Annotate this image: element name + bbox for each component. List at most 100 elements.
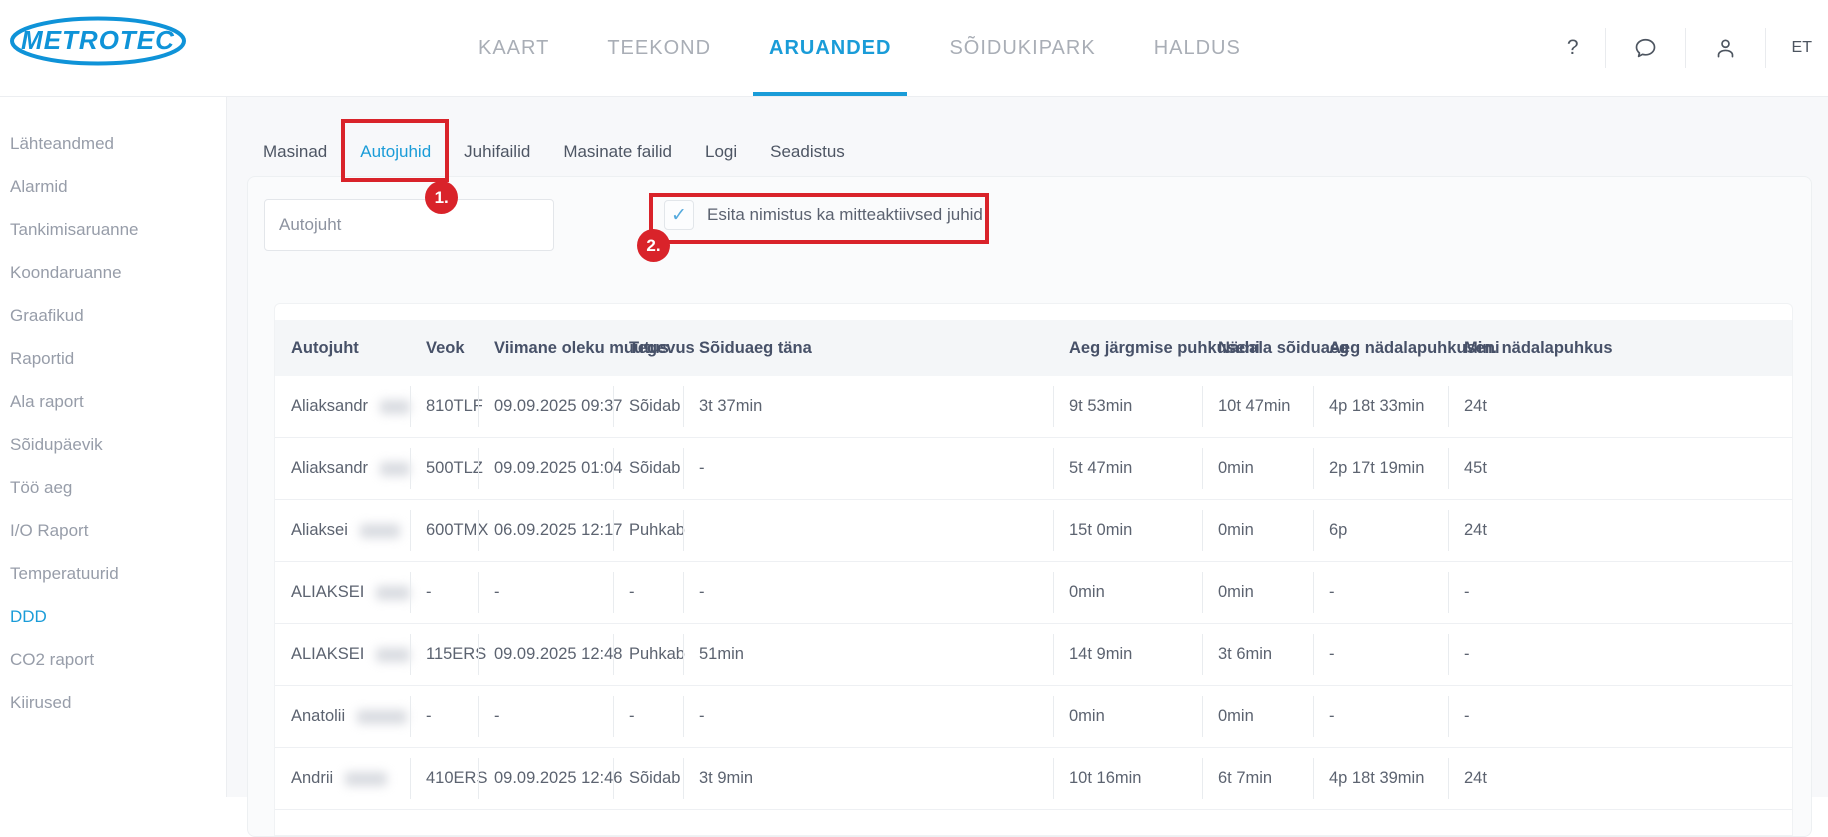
tab-masinate-failid[interactable]: Masinate failid <box>563 142 672 162</box>
column-header-s-iduaeg-t-na: Sõiduaeg täna <box>683 339 1053 358</box>
table-cell: - <box>478 686 613 747</box>
sidebar-item-koondaruanne[interactable]: Koondaruanne <box>0 251 226 294</box>
table-cell: - <box>410 562 478 623</box>
column-header-n-dala-s-iduaeg: Nädala sõiduaeg <box>1202 339 1313 358</box>
content-card: ✓ Esita nimistus ka mitteaktiivsed juhid… <box>247 176 1812 837</box>
table-row[interactable]: ALIAKSEI----0min0min-- <box>275 562 1792 624</box>
redacted-surname <box>360 524 400 538</box>
table-cell: 3t 9min <box>683 748 1053 809</box>
column-header-autojuht: Autojuht <box>275 339 410 358</box>
table-cell: 45t <box>1448 438 1792 499</box>
sidebar-item-i-o-raport[interactable]: I/O Raport <box>0 509 226 552</box>
user-icon[interactable] <box>1686 35 1765 62</box>
nav-item-haldus[interactable]: HALDUS <box>1154 0 1241 96</box>
top-icons: ? ET <box>1541 0 1822 96</box>
sidebar-item-graafikud[interactable]: Graafikud <box>0 294 226 337</box>
tab-seadistus[interactable]: Seadistus <box>770 142 845 162</box>
table-cell: - <box>1313 624 1448 685</box>
sidebar-item-tankimisaruanne[interactable]: Tankimisaruanne <box>0 208 226 251</box>
table-cell: 0min <box>1202 438 1313 499</box>
sidebar-item-t-aeg[interactable]: Töö aeg <box>0 466 226 509</box>
table-cell: - <box>613 562 683 623</box>
checkbox-checked[interactable]: ✓ <box>664 200 694 230</box>
nav-item-kaart[interactable]: KAART <box>478 0 549 96</box>
driver-name: ALIAKSEI <box>291 645 364 664</box>
table-cell: 51min <box>683 624 1053 685</box>
sidebar-item-kiirused[interactable]: Kiirused <box>0 681 226 724</box>
sidebar-item-ddd[interactable]: DDD <box>0 595 226 638</box>
table-cell: Puhkab <box>613 500 683 561</box>
tab-masinad[interactable]: Masinad <box>263 142 327 162</box>
column-header-min-n-dalapuhkus: Min. nädalapuhkus <box>1448 339 1792 358</box>
redacted-surname <box>376 648 410 662</box>
table-cell: 6p <box>1313 500 1448 561</box>
redacted-surname <box>376 586 410 600</box>
driver-name-cell: Anatolii <box>275 686 410 747</box>
sidebar-item-raportid[interactable]: Raportid <box>0 337 226 380</box>
driver-name: Anatolii <box>291 707 345 726</box>
table-cell: 115ERS <box>410 624 478 685</box>
sidebar-item-temperatuurid[interactable]: Temperatuurid <box>0 552 226 595</box>
sidebar-item-co2-raport[interactable]: CO2 raport <box>0 638 226 681</box>
logo-text: METROTEC <box>21 25 175 55</box>
logo-oval-icon: METROTEC <box>8 16 188 66</box>
column-header-aeg-n-dalapuhkuseni: Aeg nädalapuhkuseni <box>1313 339 1448 358</box>
driver-name: Andrii <box>291 769 333 788</box>
table-row[interactable]: Andrii410ERS09.09.2025 12:46Sõidab3t 9mi… <box>275 748 1792 810</box>
table-cell: 15t 0min <box>1053 500 1202 561</box>
sidebar-item-l-hteandmed[interactable]: Lähteandmed <box>0 122 226 165</box>
table-cell: - <box>410 686 478 747</box>
table-cell: 09.09.2025 12:46 <box>478 748 613 809</box>
driver-name: ALIAKSEI <box>291 583 364 602</box>
nav-item-teekond[interactable]: TEEKOND <box>607 0 711 96</box>
driver-name-cell: Andrii <box>275 748 410 809</box>
table-cell <box>683 500 1053 561</box>
language-selector[interactable]: ET <box>1766 39 1822 57</box>
table-cell: 5t 47min <box>1053 438 1202 499</box>
table-cell: 14t 9min <box>1053 624 1202 685</box>
table-cell: 0min <box>1202 562 1313 623</box>
table-cell: - <box>1448 624 1792 685</box>
sidebar-item-ala-raport[interactable]: Ala raport <box>0 380 226 423</box>
metrotec-logo[interactable]: METROTEC <box>8 16 188 71</box>
driver-name: Aliaksandr <box>291 397 368 416</box>
table-cell: 410ERS <box>410 748 478 809</box>
tab-juhifailid[interactable]: Juhifailid <box>464 142 530 162</box>
table-row[interactable]: Anatolii----0min0min-- <box>275 686 1792 748</box>
driver-search-input[interactable] <box>264 199 554 251</box>
table-cell: 09.09.2025 12:48 <box>478 624 613 685</box>
driver-name-cell: Aliaksandr <box>275 438 410 499</box>
table-row[interactable]: ALIAKSEI 115ERS09.09.2025 12:48Puhkab51mi… <box>275 624 1792 686</box>
table-cell: 09.09.2025 09:37 <box>478 376 613 437</box>
nav-item-aruanded[interactable]: ARUANDED <box>769 0 891 96</box>
table-cell: Puhkab <box>613 624 683 685</box>
redacted-surname <box>380 400 410 414</box>
nav-item-s-idukipark[interactable]: SÕIDUKIPARK <box>949 0 1095 96</box>
chat-icon[interactable] <box>1606 35 1685 62</box>
table-row[interactable]: Aliaksei600TMX06.09.2025 12:17Puhkab15t … <box>275 500 1792 562</box>
column-header-veok: Veok <box>410 339 478 358</box>
help-icon[interactable]: ? <box>1541 36 1605 60</box>
main-content: Masinad Autojuhid1. Juhifailid Masinate fai… <box>227 97 1828 797</box>
driver-name: Aliaksandr <box>291 459 368 478</box>
table-cell: - <box>613 686 683 747</box>
report-tabs: Masinad Autojuhid1. Juhifailid Masinate fai… <box>263 142 845 162</box>
table-cell: 600TMX <box>410 500 478 561</box>
sidebar: LähteandmedAlarmidTankimisaruanneKoondar… <box>0 97 227 797</box>
check-icon: ✓ <box>671 204 687 227</box>
sidebar-item-s-idup-evik[interactable]: Sõidupäevik <box>0 423 226 466</box>
table-cell: - <box>1313 562 1448 623</box>
driver-name-cell: ALIAKSEI <box>275 624 410 685</box>
tab-logi[interactable]: Logi <box>705 142 737 162</box>
table-row[interactable]: Aliaksandr810TLF09.09.2025 09:37Sõidab3t… <box>275 376 1792 438</box>
table-cell: 0min <box>1202 500 1313 561</box>
table-cell: - <box>1448 562 1792 623</box>
table-row[interactable]: Aliaksandr500TLZ09.09.2025 01:04Sõidab-5… <box>275 438 1792 500</box>
inactive-drivers-checkbox-group[interactable]: ✓ Esita nimistus ka mitteaktiivsed juhid <box>664 191 983 239</box>
table-cell: 10t 47min <box>1202 376 1313 437</box>
table-cell: - <box>1448 686 1792 747</box>
tab-autojuhid[interactable]: Autojuhid1. <box>360 142 431 162</box>
sidebar-item-alarmid[interactable]: Alarmid <box>0 165 226 208</box>
table-cell: 6t 7min <box>1202 748 1313 809</box>
table-cell: 3t 6min <box>1202 624 1313 685</box>
